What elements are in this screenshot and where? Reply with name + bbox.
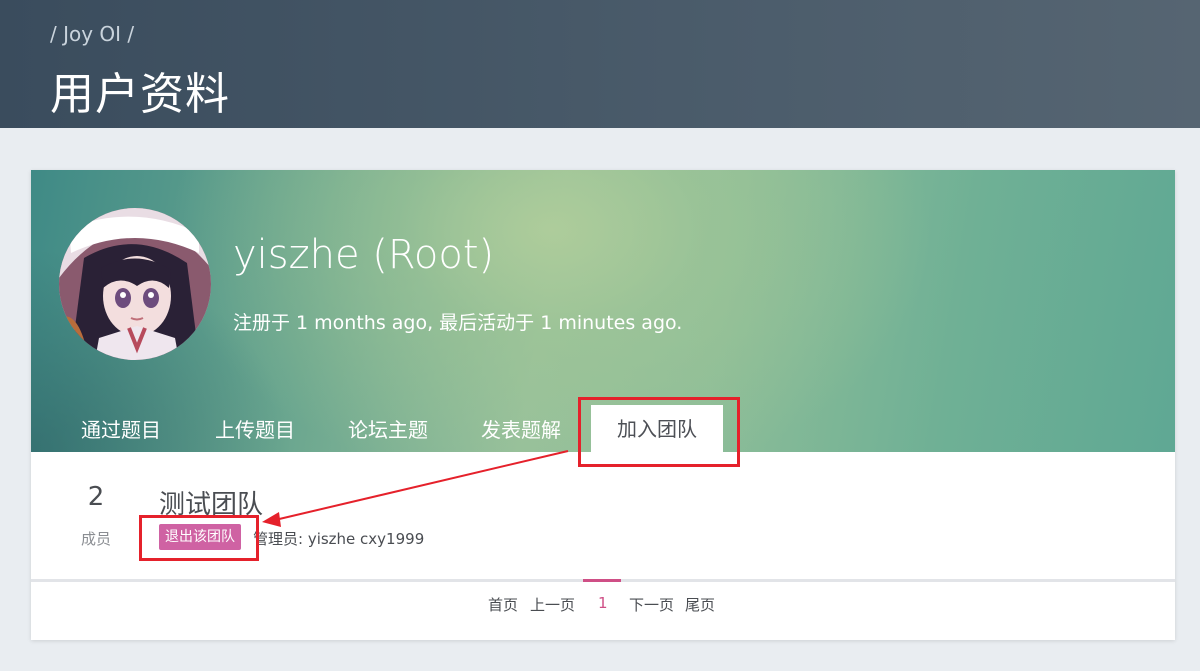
breadcrumb[interactable]: / Joy OI /	[50, 22, 134, 46]
tab-uploaded-problems[interactable]: 上传题目	[215, 400, 295, 452]
leave-team-button[interactable]: 退出该团队	[159, 524, 241, 550]
team-name[interactable]: 测试团队	[159, 484, 263, 521]
tab-forum-topics[interactable]: 论坛主题	[348, 400, 428, 452]
avatar	[59, 208, 211, 360]
first-page-link[interactable]: 首页	[488, 594, 518, 615]
profile-tabs: 通过题目 上传题目 论坛主题 发表题解 加入团队	[31, 400, 1175, 452]
prev-page-link[interactable]: 上一页	[530, 594, 575, 615]
profile-activity-text: 注册于 1 months ago, 最后活动于 1 minutes ago.	[233, 312, 683, 334]
tab-joined-teams[interactable]: 加入团队	[591, 405, 723, 452]
team-admins: 管理员: yiszhe cxy1999	[253, 530, 425, 548]
page-title: 用户资料	[50, 69, 230, 120]
profile-card: yiszhe (Root) 注册于 1 months ago, 最后活动于 1 …	[31, 170, 1175, 640]
page-header: / Joy OI / 用户资料	[0, 0, 1200, 128]
member-count-label: 成员	[80, 530, 111, 548]
current-page-link[interactable]: 1	[598, 594, 608, 612]
last-page-link[interactable]: 尾页	[685, 594, 715, 615]
current-page-indicator	[583, 579, 621, 582]
member-count: 2	[87, 482, 105, 512]
pagination: 首页 上一页 1 下一页 尾页	[31, 579, 1175, 636]
next-page-link[interactable]: 下一页	[629, 594, 674, 615]
anime-avatar-image	[59, 208, 211, 360]
tab-solved-problems[interactable]: 通过题目	[81, 400, 161, 452]
tab-solutions[interactable]: 发表题解	[481, 400, 561, 452]
profile-username: yiszhe (Root)	[233, 232, 495, 278]
team-list: 2 成员 测试团队 退出该团队 管理员: yiszhe cxy1999 首页 上…	[31, 452, 1175, 640]
profile-banner: yiszhe (Root) 注册于 1 months ago, 最后活动于 1 …	[31, 170, 1175, 452]
